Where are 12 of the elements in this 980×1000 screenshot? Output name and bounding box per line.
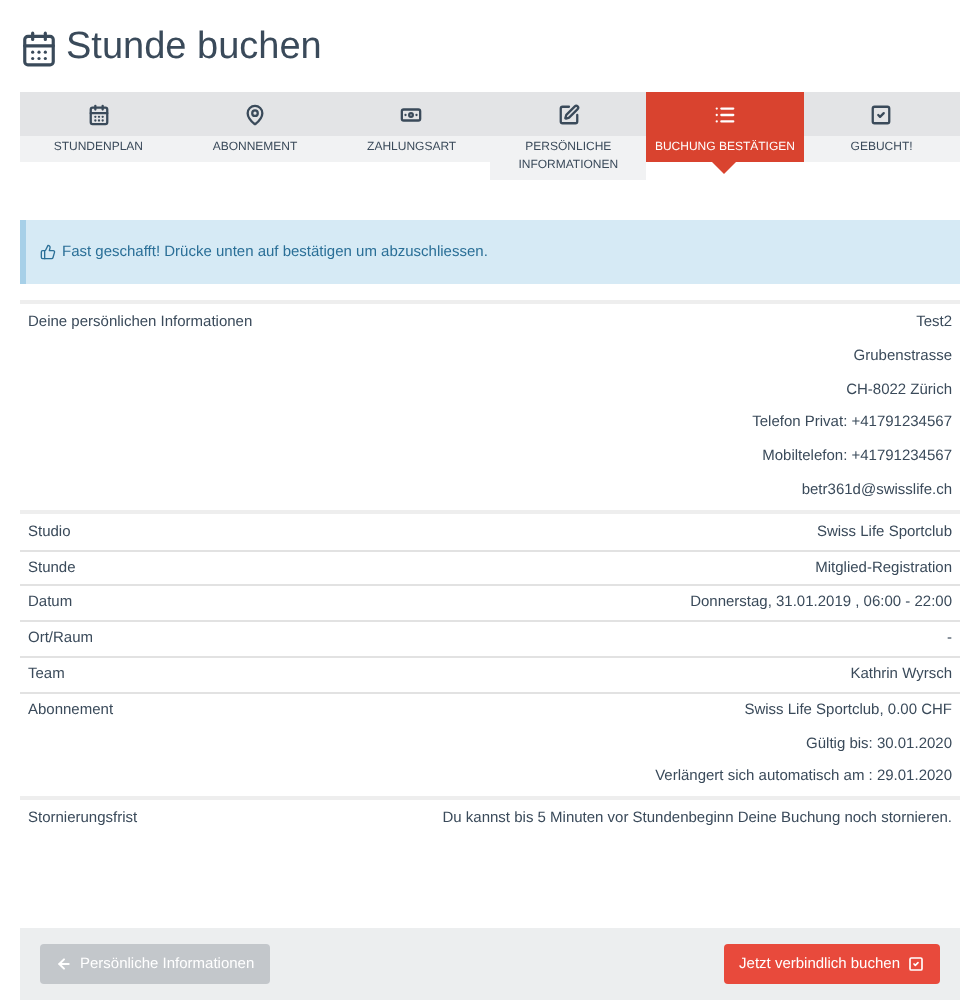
- thumbs-up-icon: [40, 244, 56, 260]
- calendar-icon: [20, 29, 58, 67]
- banknote-icon: [400, 103, 423, 125]
- list-icon: [713, 103, 736, 125]
- map-pin-icon: [243, 103, 266, 125]
- calendar-icon: [87, 103, 110, 125]
- check-square-icon: [870, 103, 893, 125]
- check-square-icon: [908, 956, 924, 972]
- page-title: Stunde buchen: [66, 24, 322, 72]
- pencil-square-icon: [557, 103, 580, 125]
- arrow-left-icon: [56, 956, 72, 972]
- pointer-arrow: [712, 162, 737, 174]
